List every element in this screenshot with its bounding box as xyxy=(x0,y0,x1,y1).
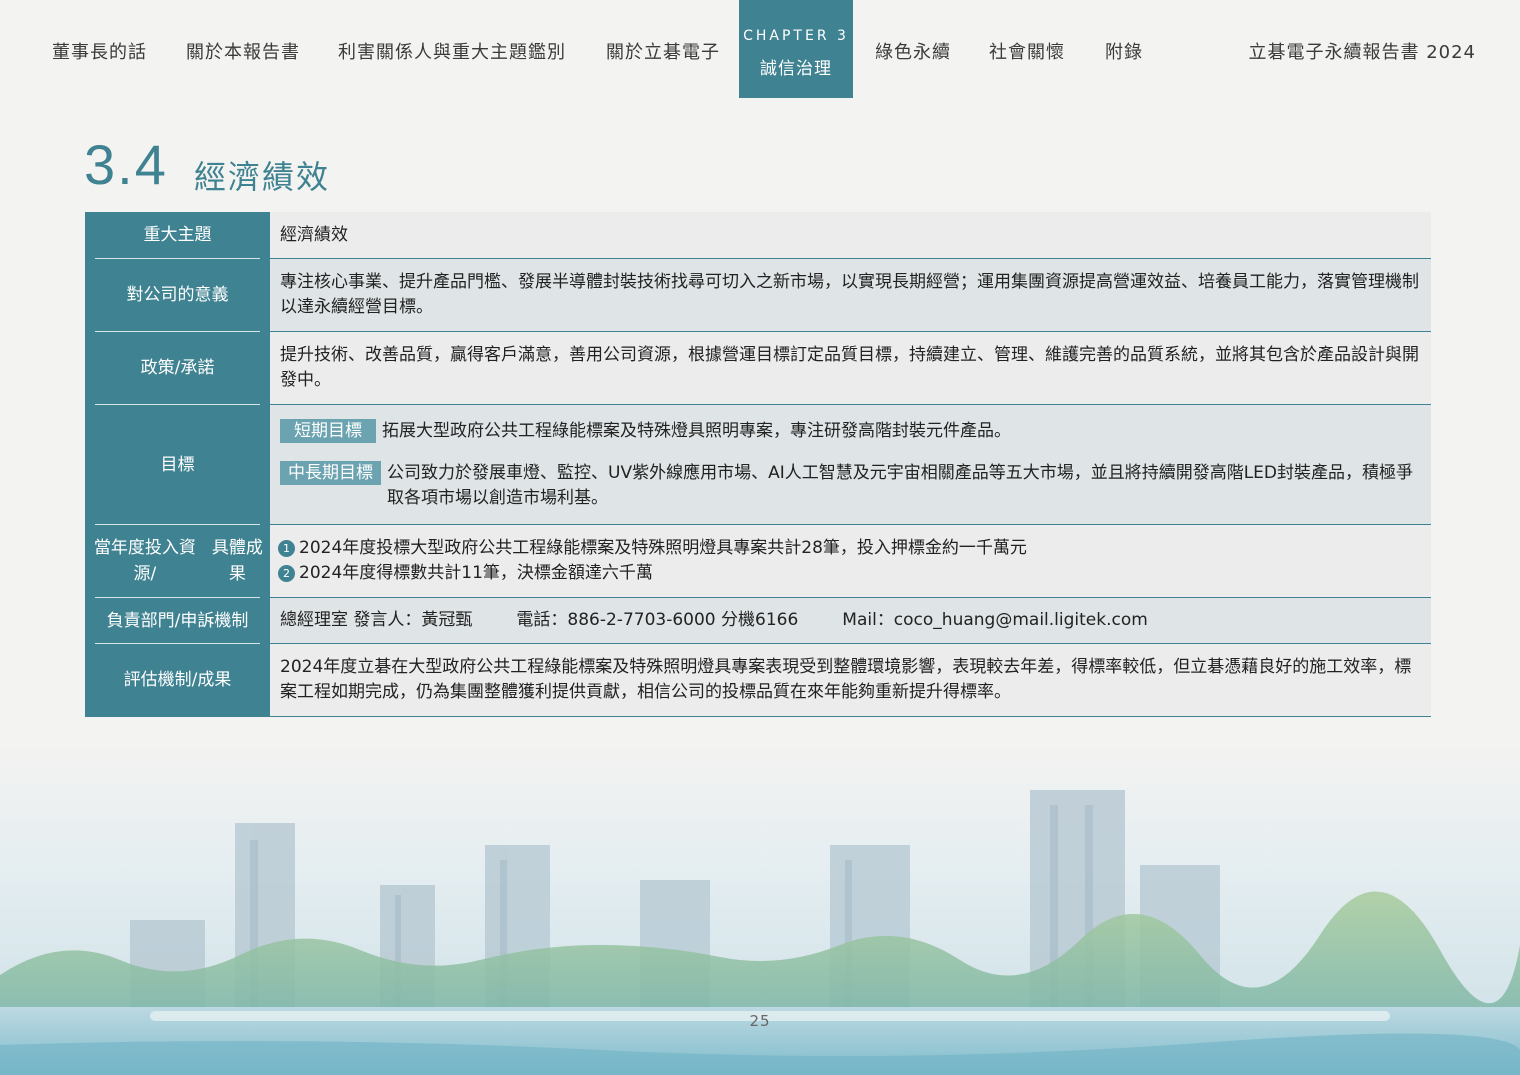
row-label-topic: 重大主題 xyxy=(85,212,270,259)
contact-phone: 電話：886-2-7703-6000 分機6166 xyxy=(516,610,799,630)
table-row-resources: 當年度投入資源/ 具體成果 1 2024年度投標大型政府公共工程綠能標案及特殊照… xyxy=(85,525,1431,598)
row-value-meaning: 專注核心事業、提升產品門檻、發展半導體封裝技術找尋可切入之新市場，以實現長期經營… xyxy=(270,259,1431,331)
chapter-label: CHAPTER 3 xyxy=(743,28,849,44)
evaluation-value: 2024年度立碁在大型政府公共工程綠能標案及特殊照明燈具專案表現受到整體環境影響… xyxy=(280,657,1412,702)
row-value-policy: 提升技術、改善品質，贏得客戶滿意，善用公司資源，根據營運目標訂定品質目標，持續建… xyxy=(270,332,1431,404)
short-term-goal: 短期目標 拓展大型政府公共工程綠能標案及特殊燈具照明專案，專注研發高階封裝元件產… xyxy=(280,418,1419,444)
nav-item-appendix[interactable]: 附錄 xyxy=(1105,38,1143,64)
resources-label-line2: 具體成果 xyxy=(211,538,263,584)
number-two-icon: 2 xyxy=(278,565,295,582)
resource-item-2: 2024年度得標數共計11筆，決標金額達六千萬 xyxy=(299,563,653,583)
nav-item-about-report[interactable]: 關於本報告書 xyxy=(186,38,300,64)
resource-item-1: 2024年度投標大型政府公共工程綠能標案及特殊照明燈具專案共計28筆，投入押標金… xyxy=(299,538,1027,558)
row-label-contact: 負責部門/申訴機制 xyxy=(85,598,270,644)
short-term-text: 拓展大型政府公共工程綠能標案及特殊燈具照明專案，專注研發高階封裝元件產品。 xyxy=(382,420,1011,441)
table-row-contact: 負責部門/申訴機制 總經理室 發言人：黃冠甄 電話：886-2-7703-600… xyxy=(85,598,1431,644)
nav-item-stakeholders[interactable]: 利害關係人與重大主題鑑別 xyxy=(338,38,566,64)
row-value-goals: 短期目標 拓展大型政府公共工程綠能標案及特殊燈具照明專案，專注研發高階封裝元件產… xyxy=(270,405,1431,524)
row-value-evaluation: 2024年度立碁在大型政府公共工程綠能標案及特殊照明燈具專案表現受到整體環境影響… xyxy=(270,644,1431,716)
list-item: 2 2024年度得標數共計11筆，決標金額達六千萬 xyxy=(278,561,1419,586)
row-label-policy: 政策/承諾 xyxy=(85,332,270,405)
list-item: 1 2024年度投標大型政府公共工程綠能標案及特殊照明燈具專案共計28筆，投入押… xyxy=(278,536,1419,561)
topic-value: 經濟績效 xyxy=(280,224,348,245)
section-number: 3.4 xyxy=(84,133,168,196)
resources-label-line1: 當年度投入資源/ xyxy=(93,538,196,584)
long-term-text: 公司致力於發展車燈、監控、UV紫外線應用市場、AI人工智慧及元宇宙相關產品等五大… xyxy=(387,462,1414,508)
row-value-topic: 經濟績效 xyxy=(270,212,1431,258)
table-row-meaning: 對公司的意義 專注核心事業、提升產品門檻、發展半導體封裝技術找尋可切入之新市場，… xyxy=(85,259,1431,332)
table-row-topic: 重大主題 經濟績效 xyxy=(85,212,1431,259)
number-one-icon: 1 xyxy=(278,540,295,557)
chapter-title: 誠信治理 xyxy=(760,59,832,79)
page-number: 25 xyxy=(749,1012,771,1030)
row-label-resources: 當年度投入資源/ 具體成果 xyxy=(85,525,270,598)
row-label-goals: 目標 xyxy=(85,405,270,525)
section-title: 經濟績效 xyxy=(194,158,331,196)
row-value-resources: 1 2024年度投標大型政府公共工程綠能標案及特殊照明燈具專案共計28筆，投入押… xyxy=(270,525,1431,597)
nav-item-green-sustainability[interactable]: 綠色永續 xyxy=(875,38,951,64)
table-row-goals: 目標 短期目標 拓展大型政府公共工程綠能標案及特殊燈具照明專案，專注研發高階封裝… xyxy=(85,405,1431,525)
long-term-goal: 中長期目標 公司致力於發展車燈、監控、UV紫外線應用市場、AI人工智慧及元宇宙相… xyxy=(280,460,1419,511)
table-row-policy: 政策/承諾 提升技術、改善品質，贏得客戶滿意，善用公司資源，根據營運目標訂定品質… xyxy=(85,332,1431,405)
nav-item-chairman-message[interactable]: 董事長的話 xyxy=(52,38,147,64)
short-term-tag: 短期目標 xyxy=(280,418,376,443)
contact-email[interactable]: Mail：coco_huang@mail.ligitek.com xyxy=(842,608,1148,633)
long-term-tag: 中長期目標 xyxy=(280,460,381,485)
material-topic-table: 重大主題 經濟績效 對公司的意義 專注核心事業、提升產品門檻、發展半導體封裝技術… xyxy=(85,212,1431,717)
top-navigation: 董事長的話 關於本報告書 利害關係人與重大主題鑑別 關於立碁電子 CHAPTER… xyxy=(0,0,1520,100)
contact-department: 總經理室 發言人：黃冠甄 xyxy=(280,610,473,630)
row-label-meaning: 對公司的意義 xyxy=(85,259,270,332)
report-title: 立碁電子永續報告書 2024 xyxy=(1248,42,1476,63)
nav-item-integrity-governance[interactable]: CHAPTER 3 誠信治理 xyxy=(739,0,853,98)
row-value-contact: 總經理室 發言人：黃冠甄 電話：886-2-7703-6000 分機6166 M… xyxy=(270,598,1431,643)
nav-item-social-care[interactable]: 社會關懷 xyxy=(989,38,1065,64)
meaning-value: 專注核心事業、提升產品門檻、發展半導體封裝技術找尋可切入之新市場，以實現長期經營… xyxy=(280,272,1419,317)
policy-value: 提升技術、改善品質，贏得客戶滿意，善用公司資源，根據營運目標訂定品質目標，持續建… xyxy=(280,345,1419,390)
table-row-evaluation: 評估機制/成果 2024年度立碁在大型政府公共工程綠能標案及特殊照明燈具專案表現… xyxy=(85,644,1431,717)
nav-item-about-ligitek[interactable]: 關於立碁電子 xyxy=(606,38,720,64)
row-label-evaluation: 評估機制/成果 xyxy=(85,644,270,716)
